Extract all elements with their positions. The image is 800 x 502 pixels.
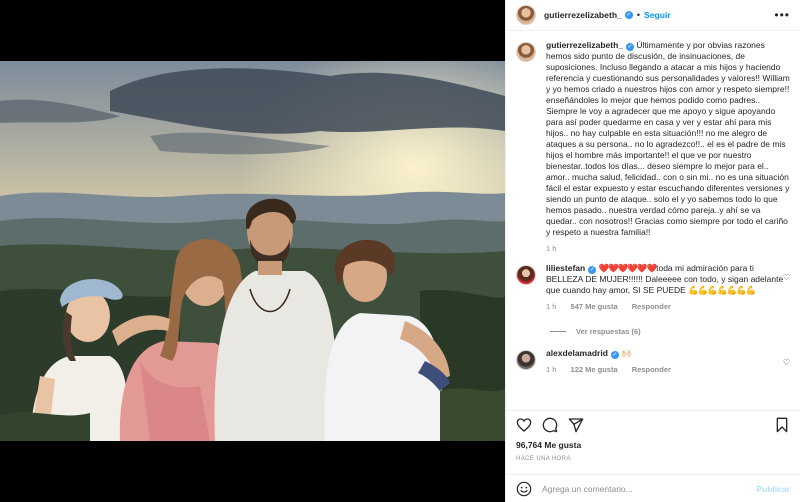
comment-body: 🙌🏻 — [621, 348, 632, 358]
reply-button[interactable]: Responder — [632, 365, 671, 374]
comment-text: liliestefan ✓ ❤️❤️❤️❤️❤️❤️toda mi admirac… — [546, 263, 792, 296]
like-comment-heart-icon[interactable]: ♡ — [783, 358, 790, 367]
view-replies-label: Ver respuestas (6) — [576, 327, 641, 336]
more-options-icon[interactable]: ••• — [774, 8, 790, 22]
comment-time: 1 h — [546, 365, 557, 374]
verified-badge-icon: ✓ — [626, 43, 634, 51]
comment-input[interactable] — [542, 483, 757, 494]
verified-badge-icon: ✓ — [610, 351, 619, 359]
commenter-avatar[interactable] — [516, 265, 536, 285]
publish-button[interactable]: Publicar — [756, 484, 790, 494]
author-username[interactable]: gutierrezelizabeth_ — [544, 10, 622, 20]
reply-button[interactable]: Responder — [632, 302, 671, 311]
view-replies-button[interactable]: Ver respuestas (6) — [550, 327, 792, 336]
caption-username[interactable]: gutierrezelizabeth_ — [546, 40, 623, 50]
post-side-panel: gutierrezelizabeth_ ✓ • Seguir ••• gutie… — [505, 0, 800, 502]
action-bar — [506, 410, 800, 438]
commenter-username[interactable]: liliestefan — [546, 263, 585, 273]
comment-item: alexdelamadrid ✓ 🙌🏻 1 h 122 Me gusta Resp… — [516, 348, 792, 374]
comments-list[interactable]: gutierrezelizabeth_ ✓ Últimamente y por o… — [516, 40, 792, 410]
caption-time: 1 h — [546, 244, 557, 253]
muscle-emoji: 💪💪💪💪💪💪💪 — [688, 285, 756, 295]
verified-badge-icon: ✓ — [624, 11, 633, 19]
like-comment-heart-icon[interactable]: ♡ — [783, 273, 790, 282]
header-separator: • — [636, 10, 640, 20]
comment-icon[interactable] — [542, 417, 558, 433]
comment-likes[interactable]: 547 Me gusta — [571, 302, 618, 311]
emoji-icon[interactable] — [516, 481, 532, 497]
caption-text: gutierrezelizabeth_ ✓ Últimamente y por o… — [546, 40, 792, 238]
likes-count[interactable]: 96,764 Me gusta — [516, 440, 581, 450]
replies-divider — [550, 331, 566, 332]
post-timestamp: HACE UNA HORA — [516, 456, 571, 462]
hearts-emoji: ❤️❤️❤️❤️❤️❤️ — [598, 263, 658, 273]
comment-time: 1 h — [546, 302, 557, 311]
comment-meta: 1 h 122 Me gusta Responder — [546, 365, 792, 374]
bookmark-icon[interactable] — [774, 417, 790, 433]
comment-composer: Publicar — [506, 474, 800, 502]
caption-meta: 1 h — [546, 244, 792, 253]
verified-badge-icon: ✓ — [588, 266, 597, 274]
family-photo-illustration — [0, 61, 505, 441]
follow-button[interactable]: Seguir — [644, 10, 671, 20]
heart-icon[interactable] — [516, 417, 532, 433]
post-header: gutierrezelizabeth_ ✓ • Seguir ••• — [506, 0, 800, 31]
comment-meta: 1 h 547 Me gusta Responder — [546, 302, 792, 311]
comment-likes[interactable]: 122 Me gusta — [571, 365, 618, 374]
author-avatar[interactable] — [516, 5, 536, 25]
comment-text: alexdelamadrid ✓ 🙌🏻 — [546, 348, 792, 359]
photo-pane — [0, 0, 505, 502]
comment-item: liliestefan ✓ ❤️❤️❤️❤️❤️❤️toda mi admirac… — [516, 263, 792, 311]
share-icon[interactable] — [568, 417, 584, 433]
caption: gutierrezelizabeth_ ✓ Últimamente y por o… — [516, 40, 792, 253]
commenter-username[interactable]: alexdelamadrid — [546, 348, 608, 358]
caption-author-avatar[interactable] — [516, 42, 536, 62]
commenter-avatar[interactable] — [516, 350, 536, 370]
post-photo[interactable] — [0, 61, 505, 441]
caption-body: Últimamente y por obvias razones hemos s… — [546, 40, 790, 237]
